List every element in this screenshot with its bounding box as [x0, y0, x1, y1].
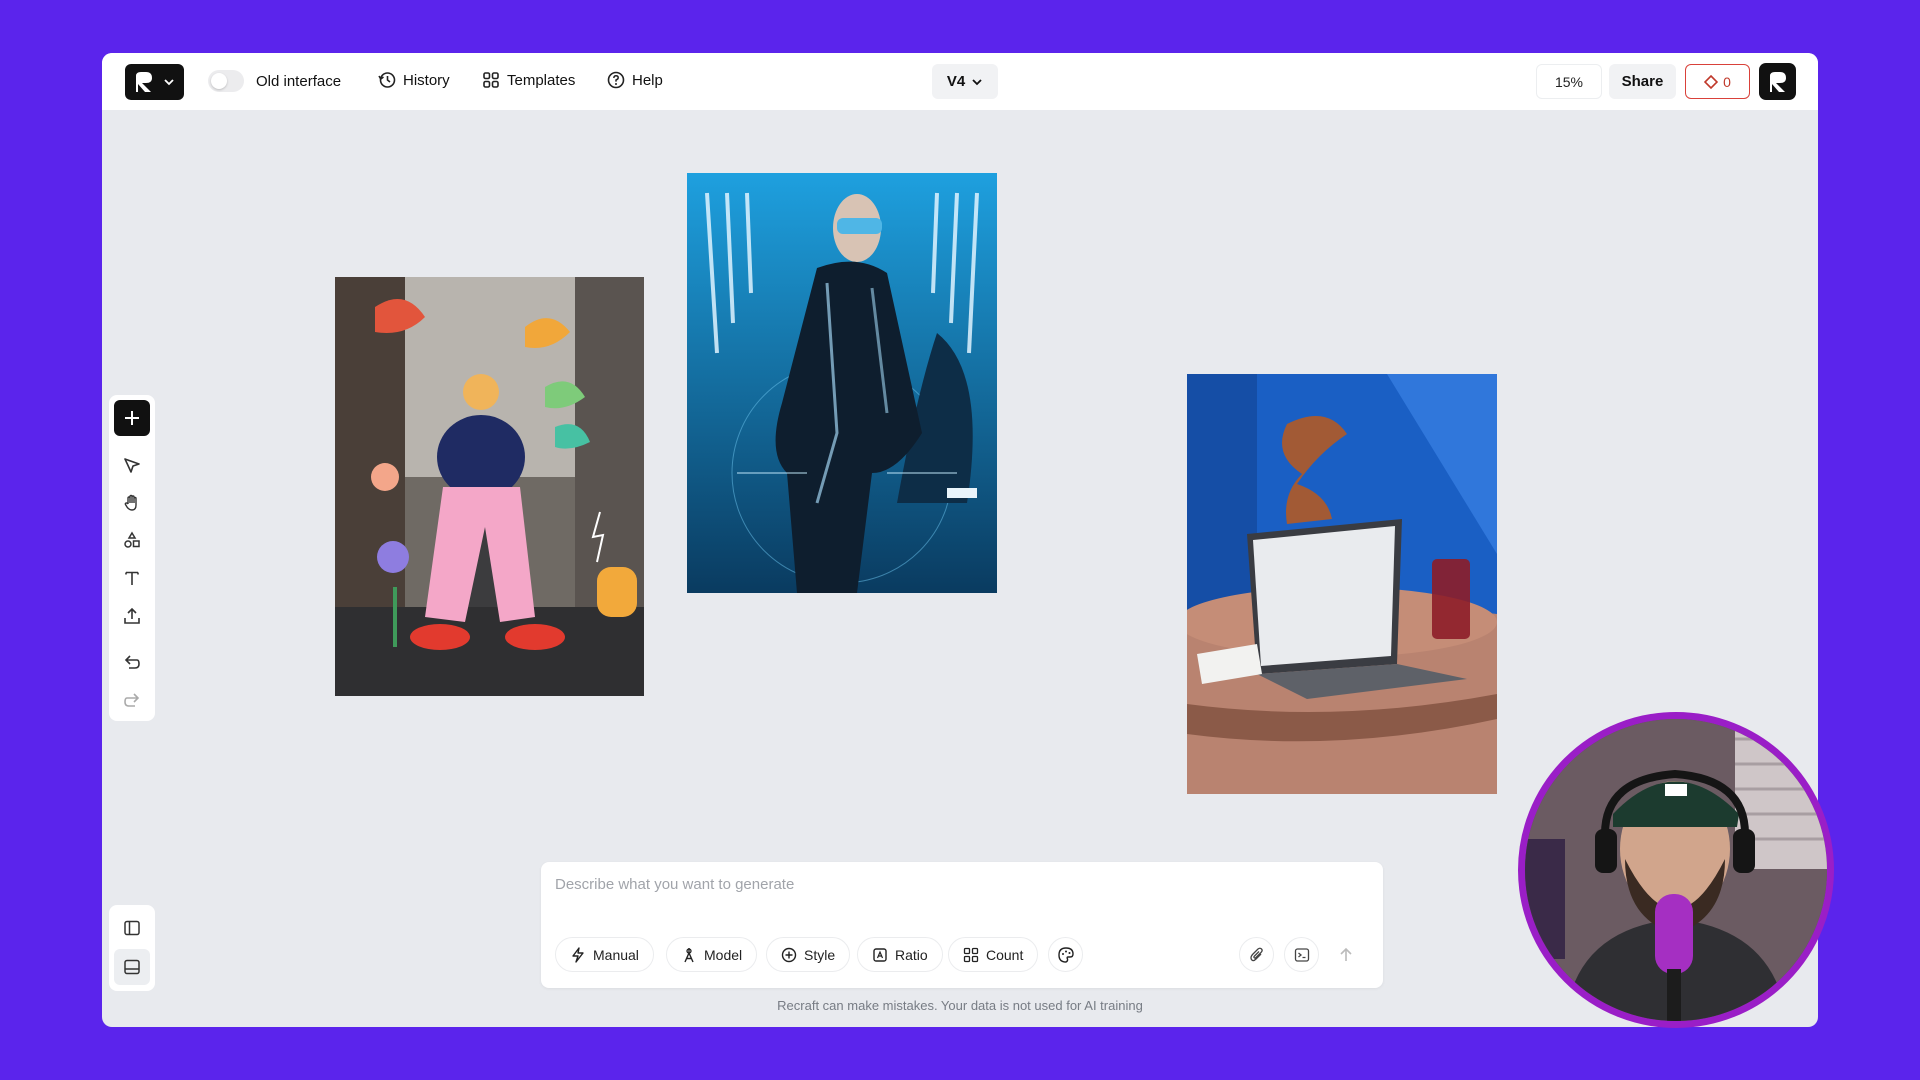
old-interface-toggle-group: Old interface	[208, 70, 341, 92]
bottom-panel-icon	[124, 959, 140, 975]
prompt-panel: Manual Model Style Ratio	[541, 862, 1383, 988]
image-prompt-icon	[1294, 947, 1309, 962]
templates-label: Templates	[507, 71, 576, 89]
undo-button[interactable]	[114, 644, 150, 680]
old-interface-label: Old interface	[256, 72, 342, 90]
select-tool-button[interactable]	[114, 447, 150, 483]
canvas-image-illustration[interactable]	[335, 277, 644, 696]
bottom-panel-toggle[interactable]	[114, 949, 150, 985]
count-label: Count	[986, 946, 1024, 963]
credits-button[interactable]: 0	[1685, 64, 1750, 99]
undo-icon	[124, 655, 140, 669]
palette-icon	[1057, 946, 1074, 963]
webcam-overlay	[1518, 712, 1834, 1028]
zoom-level-button[interactable]: 15%	[1536, 64, 1602, 99]
redo-icon	[124, 693, 140, 707]
left-toolbar	[109, 395, 155, 721]
palette-button[interactable]	[1048, 937, 1083, 972]
manual-label: Manual	[593, 946, 639, 963]
paperclip-icon	[1249, 947, 1263, 961]
laptop-scene-image	[1187, 374, 1497, 794]
recraft-logo-icon	[1769, 71, 1786, 92]
style-button[interactable]: Style	[766, 937, 851, 972]
history-label: History	[403, 71, 450, 89]
left-panel-toggle[interactable]	[114, 910, 150, 946]
help-button[interactable]: Help	[607, 71, 663, 89]
shapes-icon	[124, 531, 140, 548]
chevron-down-icon	[164, 79, 174, 86]
top-bar: Old interface History Templates Help V4 …	[102, 53, 1818, 110]
model-icon	[684, 947, 694, 962]
style-label: Style	[804, 946, 836, 963]
street-illustration-image	[335, 277, 644, 696]
grid-icon	[963, 947, 979, 962]
credits-count: 0	[1723, 73, 1731, 90]
logo-menu-button[interactable]	[125, 64, 184, 100]
fashion-poster-image	[687, 173, 997, 593]
templates-icon	[483, 72, 499, 88]
prompt-input[interactable]	[555, 876, 1355, 893]
presenter-webcam-image	[1525, 719, 1827, 1021]
disclaimer-text: Recraft can make mistakes. Your data is …	[777, 998, 1143, 1013]
model-version-dropdown[interactable]: V4	[932, 64, 998, 99]
credits-diamond-icon	[1704, 74, 1719, 89]
lightning-icon	[572, 946, 584, 963]
upload-tool-button[interactable]	[114, 598, 150, 634]
model-label: Model	[704, 946, 743, 963]
canvas-image-fashion[interactable]	[687, 173, 997, 593]
chevron-down-icon	[972, 78, 982, 85]
arrow-up-icon	[1339, 947, 1352, 961]
select-icon	[124, 458, 140, 473]
image-prompt-button[interactable]	[1284, 937, 1319, 972]
model-version-label: V4	[946, 73, 966, 90]
redo-button[interactable]	[114, 682, 150, 718]
old-interface-toggle[interactable]	[208, 70, 244, 92]
hand-icon	[124, 494, 137, 511]
model-button[interactable]: Model	[666, 937, 758, 972]
shapes-tool-button[interactable]	[114, 522, 150, 558]
share-button[interactable]: Share	[1609, 64, 1676, 99]
user-avatar[interactable]	[1759, 63, 1796, 100]
templates-button[interactable]: Templates	[482, 71, 575, 89]
attach-button[interactable]	[1239, 937, 1274, 972]
panel-toggles	[109, 905, 155, 991]
add-icon	[125, 411, 139, 425]
sidebar-panel-icon	[124, 920, 140, 936]
add-tool-button[interactable]	[114, 400, 150, 436]
upload-icon	[124, 607, 140, 624]
text-tool-button[interactable]	[114, 560, 150, 596]
send-button[interactable]	[1328, 937, 1363, 972]
history-icon	[378, 72, 396, 88]
recraft-logo-icon	[136, 72, 152, 92]
manual-button[interactable]: Manual	[555, 937, 654, 972]
plus-circle-icon	[781, 947, 797, 962]
help-label: Help	[632, 71, 663, 89]
ratio-button[interactable]: Ratio	[857, 937, 943, 972]
ratio-label: Ratio	[895, 946, 928, 963]
hand-tool-button[interactable]	[114, 485, 150, 521]
count-button[interactable]: Count	[948, 937, 1039, 972]
history-button[interactable]: History	[378, 71, 450, 89]
ratio-icon	[873, 947, 887, 962]
help-icon	[607, 71, 625, 89]
text-icon	[125, 571, 139, 585]
canvas-image-laptop[interactable]	[1187, 374, 1497, 794]
